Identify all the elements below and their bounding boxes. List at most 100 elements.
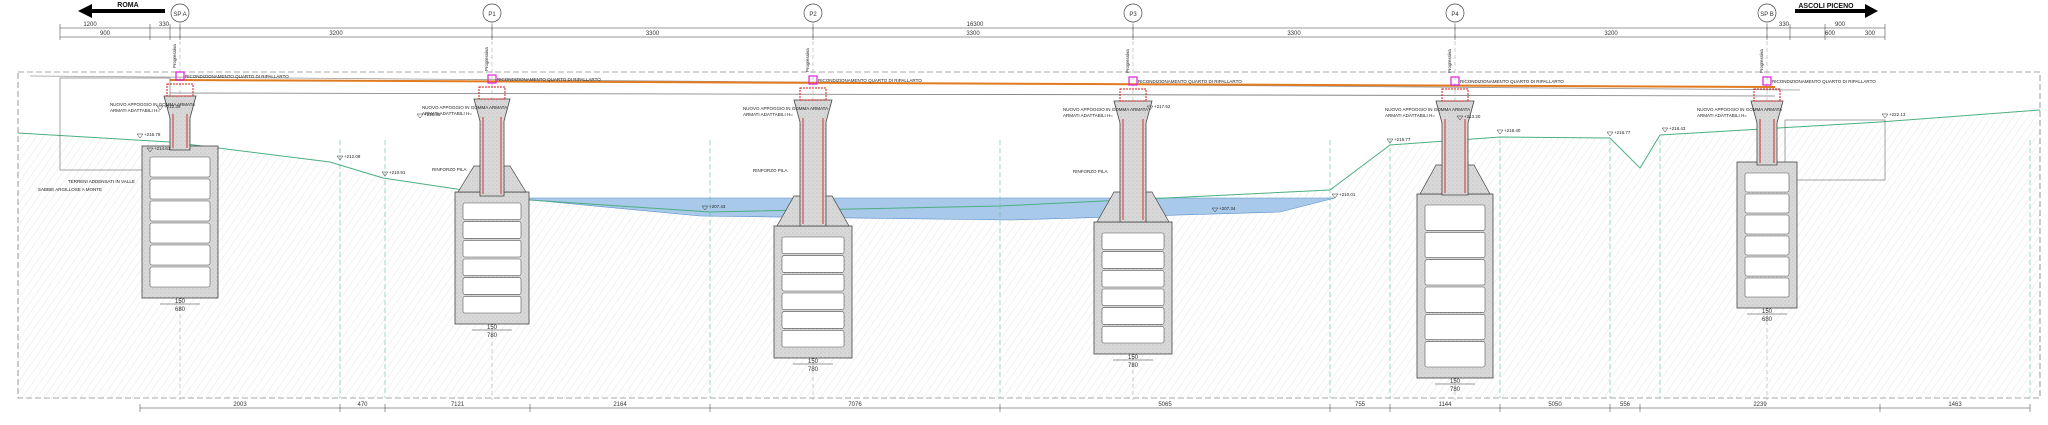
span-dim-label: 3300 bbox=[1287, 31, 1301, 37]
foundation-cell bbox=[462, 277, 522, 295]
foundation-cell bbox=[1424, 232, 1486, 258]
cap-width-label: 150 bbox=[487, 325, 498, 331]
support-label: P3 bbox=[1129, 12, 1137, 18]
elevation-triangle-icon bbox=[1661, 127, 1669, 133]
elevation-label: +216.86 bbox=[424, 112, 441, 117]
support-header-2: P1 bbox=[482, 3, 502, 23]
elevation-label: +218.43 bbox=[1669, 126, 1686, 131]
elevation-label: +216.77 bbox=[1394, 137, 1411, 142]
support-label: P1 bbox=[488, 12, 496, 18]
foundation-cell bbox=[1101, 232, 1165, 250]
cap-width-label: 150 bbox=[175, 299, 186, 305]
rock-top-note: TERRENI ADDENSATI IN VALLE bbox=[68, 179, 135, 184]
direction-right: ASCOLI PICENO bbox=[1795, 3, 1878, 18]
elevation-label: +207.34 bbox=[1219, 206, 1236, 211]
bearing-sub-note: ARMATI ADATTABILI H= bbox=[110, 108, 160, 113]
bearing-note: NUOVO APPOGGIO IN GOMMA ARMATA bbox=[1063, 107, 1148, 112]
support-headers: SP A P1 P2 P3 P4 SP B bbox=[170, 3, 1777, 23]
elevation-label: +212.39 bbox=[164, 104, 181, 109]
foundation-cell bbox=[462, 202, 522, 220]
elevation-label: +216.79 bbox=[144, 132, 161, 137]
right-sub-2: 300 bbox=[1865, 31, 1876, 37]
foundation-cell bbox=[1744, 235, 1790, 256]
elevation-label: +214.61 bbox=[154, 146, 171, 151]
foundation-cell bbox=[1101, 307, 1165, 325]
support-header-1: SP A bbox=[170, 3, 190, 23]
elevation-triangle-icon bbox=[1496, 129, 1504, 135]
elevation-marker: +210.91 bbox=[381, 170, 406, 177]
abut-a-dim: 330 bbox=[159, 22, 170, 28]
pier-wrap-note: RINFORZO PILA bbox=[753, 168, 788, 173]
pier-wrap-note: RINFORZO PILA bbox=[432, 167, 467, 172]
bottom-dim-label: 1463 bbox=[1948, 402, 1962, 408]
foundation-cell bbox=[462, 240, 522, 258]
base-width-label: 780 bbox=[487, 333, 498, 339]
foundation-cell bbox=[462, 221, 522, 239]
bearing-note: NUOVO APPOGGIO IN GOMMA ARMATA bbox=[422, 105, 507, 110]
adapt-note: RICONDIZIONAMENTO QUARTO DI RIPALLARTO bbox=[497, 77, 601, 82]
bearing-sub-note: ARMATI ADATTABILI H= bbox=[743, 112, 793, 117]
foundation-cell bbox=[1424, 259, 1486, 286]
cap-width-label: 150 bbox=[1762, 309, 1773, 315]
progressive-label: Progressiva bbox=[805, 48, 810, 72]
foundation-cell bbox=[1101, 326, 1165, 344]
adapt-note: RICONDIZIONAMENTO QUARTO DI RIPALLARTO bbox=[185, 74, 289, 79]
adapt-note: RICONDIZIONAMENTO QUARTO DI RIPALLARTO bbox=[1772, 79, 1876, 84]
elevation-marker: +222.13 bbox=[1881, 112, 1906, 119]
bearing-sub-note: ARMATI ADATTABILI H= bbox=[1697, 113, 1747, 118]
bottom-dim-label: 7076 bbox=[848, 402, 862, 408]
foundation-cell bbox=[1101, 270, 1165, 288]
adapt-note: RICONDIZIONAMENTO QUARTO DI RIPALLARTO bbox=[1460, 79, 1564, 84]
bottom-dim-label: 1144 bbox=[1439, 402, 1453, 408]
bottom-dim-label: 2239 bbox=[1753, 402, 1767, 408]
span-dim-label: 3200 bbox=[1604, 31, 1618, 37]
foundation-cell bbox=[462, 296, 522, 314]
abut-b-dim: 330 bbox=[1779, 22, 1790, 28]
foundation-cell bbox=[1744, 256, 1790, 277]
elevation-label: +222.13 bbox=[1889, 112, 1906, 117]
adapt-note: RICONDIZIONAMENTO QUARTO DI RIPALLARTO bbox=[1138, 79, 1242, 84]
elevation-marker: +218.40 bbox=[1496, 128, 1521, 135]
elevation-marker: +216.79 bbox=[136, 132, 161, 139]
progressive-label: Progressiva bbox=[172, 44, 177, 68]
pier-shaft bbox=[1113, 100, 1153, 223]
cap-width-label: 150 bbox=[808, 359, 819, 365]
bottom-dim-label: 7121 bbox=[451, 402, 465, 408]
foundation-cell bbox=[1744, 277, 1790, 298]
foundation-cell bbox=[1424, 341, 1486, 368]
foundation-cell bbox=[781, 255, 845, 273]
progressive-label: Progressiva bbox=[1447, 49, 1452, 73]
base-width-label: 780 bbox=[808, 367, 819, 373]
elevation-marker: +218.43 bbox=[1661, 126, 1686, 133]
base-width-label: 780 bbox=[1128, 363, 1139, 369]
pier-shaft bbox=[793, 99, 833, 227]
progressive-label: Progressiva bbox=[484, 47, 489, 71]
elevation-marker: +216.77 bbox=[1386, 137, 1411, 144]
elevation-marker: +216.86 bbox=[416, 112, 441, 119]
foundation-cell bbox=[1744, 193, 1790, 214]
rock-bottom-note: SABBIE ARGILLOSE A MONTE bbox=[38, 187, 102, 192]
base-width-label: 780 bbox=[1450, 387, 1461, 393]
elevation-label: +207.43 bbox=[709, 204, 726, 209]
bottom-dim-label: 2164 bbox=[613, 402, 627, 408]
support-label: P2 bbox=[809, 12, 817, 18]
foundation-cell bbox=[781, 236, 845, 254]
foundation-cell bbox=[1101, 251, 1165, 269]
elevation-label: +210.91 bbox=[389, 170, 406, 175]
foundation-cell bbox=[781, 311, 845, 329]
elevation-triangle-icon bbox=[136, 133, 144, 139]
foundation-cell bbox=[149, 222, 211, 244]
elevation-label: +210.01 bbox=[1339, 192, 1356, 197]
cap-width-label: 150 bbox=[1450, 379, 1461, 385]
foundation-cell bbox=[149, 266, 211, 288]
overall-length: 16300 bbox=[967, 22, 984, 28]
bearing-sub-note: ARMATI ADATTABILI H= bbox=[1063, 113, 1113, 118]
progressive-label: Progressiva bbox=[1759, 49, 1764, 73]
foundation-cell bbox=[1424, 204, 1486, 231]
base-width-label: 680 bbox=[175, 307, 186, 313]
bridge-elevation-drawing: 150 680 NUOVO APPOGGIO IN GOMMA ARMATA ARMA… bbox=[0, 0, 2048, 420]
bottom-dim-label: 470 bbox=[357, 402, 368, 408]
foundation-cell bbox=[1424, 286, 1486, 313]
support-header-4: P3 bbox=[1123, 3, 1143, 23]
elevation-marker: +216.77 bbox=[1606, 130, 1631, 137]
